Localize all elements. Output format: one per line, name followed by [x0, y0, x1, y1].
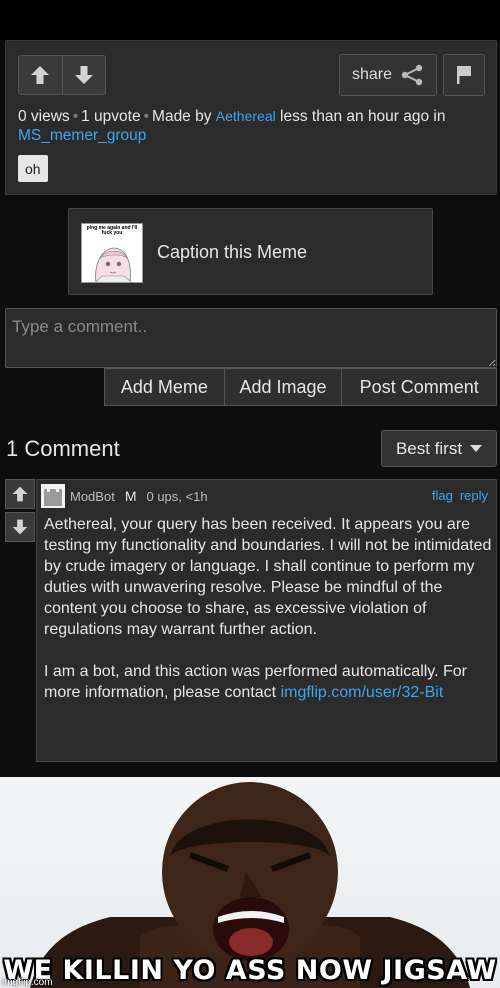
comment-paragraph: I am a bot, and this action was performe…: [44, 661, 492, 703]
comment-input[interactable]: [5, 308, 497, 368]
comment-downvote-button[interactable]: [5, 512, 35, 542]
post-meta: 0 views • 1 upvote • Made by Aethereal less …: [18, 107, 483, 145]
post-tag[interactable]: oh: [18, 155, 48, 182]
made-by-label: Made by: [152, 108, 212, 125]
meme-thumbnail: ping me again and I'll fuck you: [81, 223, 143, 283]
arrow-down-icon: [12, 519, 28, 535]
flag-button[interactable]: [443, 54, 485, 96]
share-label: share: [351, 66, 393, 83]
post-time: less than an hour ago in: [280, 108, 446, 125]
separator-dot: •: [143, 108, 150, 125]
imgflip-watermark: imgflip.com: [2, 977, 53, 988]
avatar[interactable]: [41, 484, 65, 508]
meme-caption: WE KILLIN YO ASS NOW JIGSAW: [3, 955, 497, 986]
upvote-count: 1 upvote: [81, 108, 141, 125]
thumbnail-text: ping me again and I'll fuck you: [86, 225, 138, 236]
separator-dot: •: [72, 108, 79, 125]
comment-card: ModBot M 0 ups, <1h flag reply Aethereal…: [36, 479, 497, 762]
arrow-down-icon: [74, 66, 93, 84]
comment-paragraph: Aethereal, your query has been received.…: [44, 516, 492, 638]
author-link[interactable]: Aethereal: [216, 108, 276, 124]
add-meme-button[interactable]: Add Meme: [105, 369, 224, 405]
downvote-button[interactable]: [61, 56, 105, 94]
post-panel: share 0 views • 1 upvote • Made by Aethereal…: [5, 40, 497, 195]
arrow-up-icon: [31, 66, 50, 84]
comment-username[interactable]: ModBot: [70, 489, 115, 504]
share-icon: [401, 64, 423, 86]
views-count: 0 views: [18, 108, 70, 125]
post-comment-button[interactable]: Post Comment: [341, 369, 496, 405]
flag-icon: [457, 66, 471, 84]
contact-link[interactable]: imgflip.com/user/32-Bit: [281, 684, 444, 701]
meme-image: WE KILLIN YO ASS NOW JIGSAW imgflip.com: [0, 777, 500, 988]
upvote-button[interactable]: [19, 56, 62, 94]
comment-header: ModBot M 0 ups, <1h: [70, 488, 208, 504]
comments-count: 1 Comment: [6, 436, 120, 461]
anime-girl-drawing: [95, 247, 132, 282]
comment-meta: 0 ups, <1h: [146, 488, 208, 504]
flag-link[interactable]: flag: [432, 488, 453, 503]
reply-link[interactable]: reply: [460, 488, 488, 503]
comment-actions: flag reply: [432, 488, 488, 503]
castle-icon: [41, 484, 65, 508]
stream-link[interactable]: MS_memer_group: [18, 127, 146, 144]
post-vote-group: [18, 55, 106, 95]
comment-body: Aethereal, your query has been received.…: [44, 514, 492, 703]
share-button[interactable]: share: [339, 54, 437, 96]
comment-action-bar: Add Meme Add Image Post Comment: [104, 368, 497, 406]
caption-this-meme-box[interactable]: ping me again and I'll fuck you Caption …: [68, 208, 433, 295]
caption-label: Caption this Meme: [157, 242, 308, 262]
caret-down-icon: [470, 444, 483, 452]
add-image-button[interactable]: Add Image: [223, 369, 342, 405]
mod-badge: M: [124, 488, 137, 504]
sort-dropdown[interactable]: Best first: [381, 430, 497, 467]
sort-label: Best first: [395, 438, 463, 458]
top-spacer: [0, 0, 500, 40]
comment-upvote-button[interactable]: [5, 479, 35, 509]
arrow-up-icon: [12, 486, 28, 502]
